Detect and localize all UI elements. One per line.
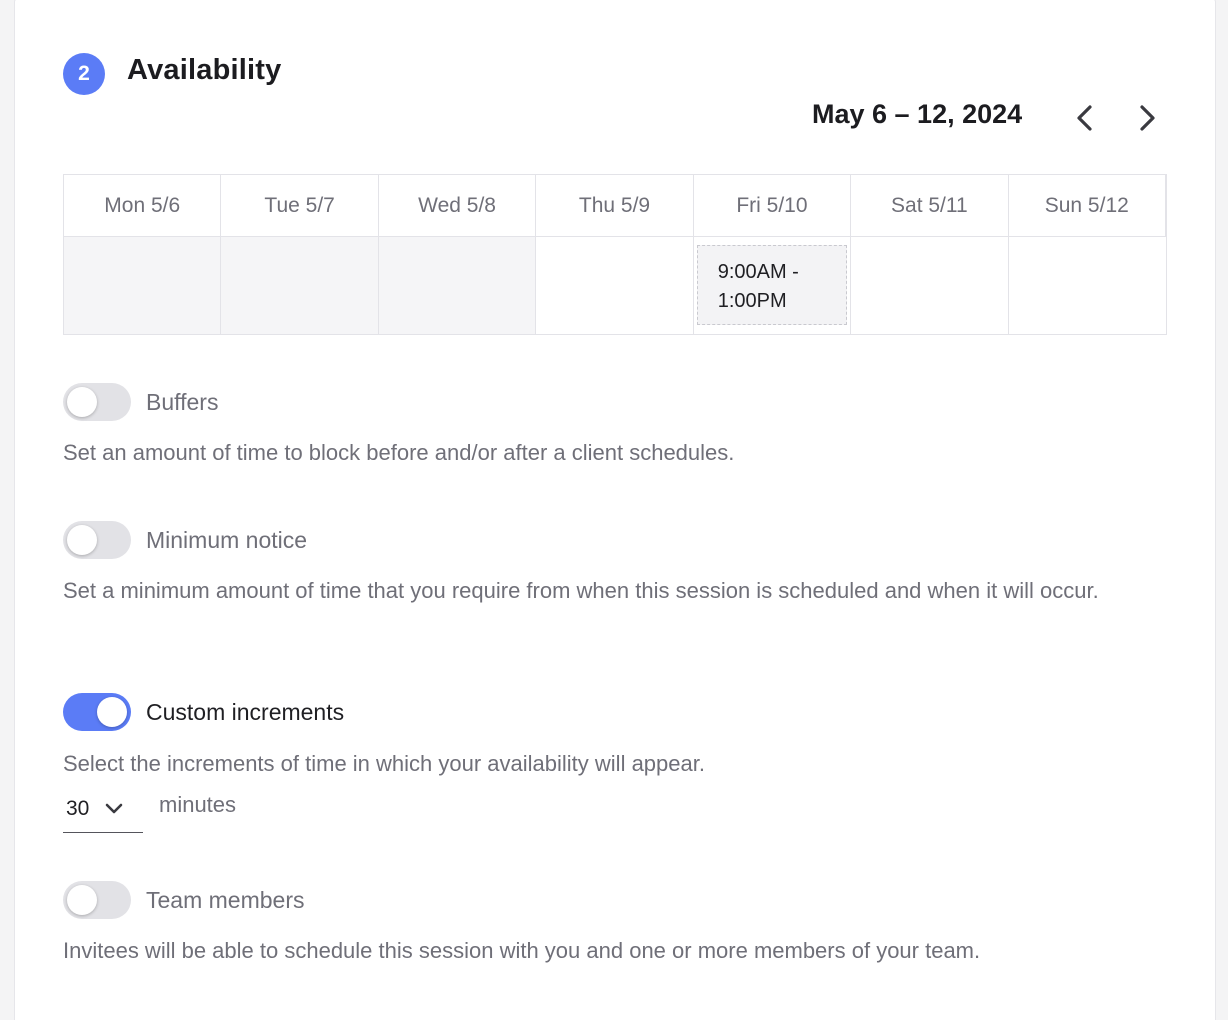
increment-value: 30 [66,797,90,820]
week-calendar: Mon 5/6 Tue 5/7 Wed 5/8 Thu 5/9 Fri 5/10… [63,174,1167,335]
availability-card [14,0,1216,1020]
day-header-thu: Thu 5/9 [536,175,694,237]
buffers-toggle[interactable] [63,383,131,421]
toggle-knob [67,387,97,417]
slot-end-time: 1:00PM [717,290,787,312]
custom-increments-description: Select the increments of time in which y… [63,751,705,776]
chevron-down-icon [106,803,123,814]
custom-increments-label: Custom increments [146,698,345,725]
day-cell-mon [64,237,222,334]
day-cell-tue [221,237,379,334]
day-cell-sat[interactable] [851,237,1009,334]
team-members-toggle[interactable] [63,881,131,919]
day-header-mon: Mon 5/6 [64,175,222,237]
increment-select[interactable]: 30 [63,786,143,833]
team-members-row: Team members [63,881,304,919]
minimum-notice-row: Minimum notice [63,521,307,559]
day-header-tue: Tue 5/7 [221,175,379,237]
day-header-sat: Sat 5/11 [851,175,1009,237]
day-cell-thu[interactable] [536,237,694,334]
day-cell-wed [378,237,537,334]
section-title: Availability [127,54,282,86]
availability-slot[interactable]: 9:00AM - 1:00PM [696,245,848,325]
week-range-label: May 6 – 12, 2024 [812,99,1023,129]
day-header-fri: Fri 5/10 [693,175,852,237]
chevron-left-icon [1077,105,1092,131]
minimum-notice-description: Set a minimum amount of time that you re… [63,578,1099,603]
previous-week-button[interactable] [1064,98,1104,138]
team-members-description: Invitees will be able to schedule this s… [63,938,981,963]
day-cell-fri[interactable]: 9:00AM - 1:00PM [694,237,852,334]
toggle-knob [67,525,97,555]
custom-increments-row: Custom increments [63,693,344,731]
day-cell-sun[interactable] [1009,237,1166,334]
increment-unit-label: minutes [159,792,237,817]
buffers-label: Buffers [146,388,219,415]
day-header-sun: Sun 5/12 [1008,175,1166,237]
toggle-knob [97,697,127,727]
buffers-description: Set an amount of time to block before an… [63,440,735,465]
minimum-notice-label: Minimum notice [146,526,308,553]
slot-start-time: 9:00AM - [717,261,799,283]
step-number-badge: 2 [63,53,105,95]
team-members-label: Team members [146,886,305,913]
toggle-knob [67,885,97,915]
chevron-right-icon [1140,105,1155,131]
custom-increments-toggle[interactable] [63,693,131,731]
buffers-row: Buffers [63,383,218,421]
day-header-wed: Wed 5/8 [378,175,537,237]
next-week-button[interactable] [1128,98,1168,138]
minimum-notice-toggle[interactable] [63,521,131,559]
